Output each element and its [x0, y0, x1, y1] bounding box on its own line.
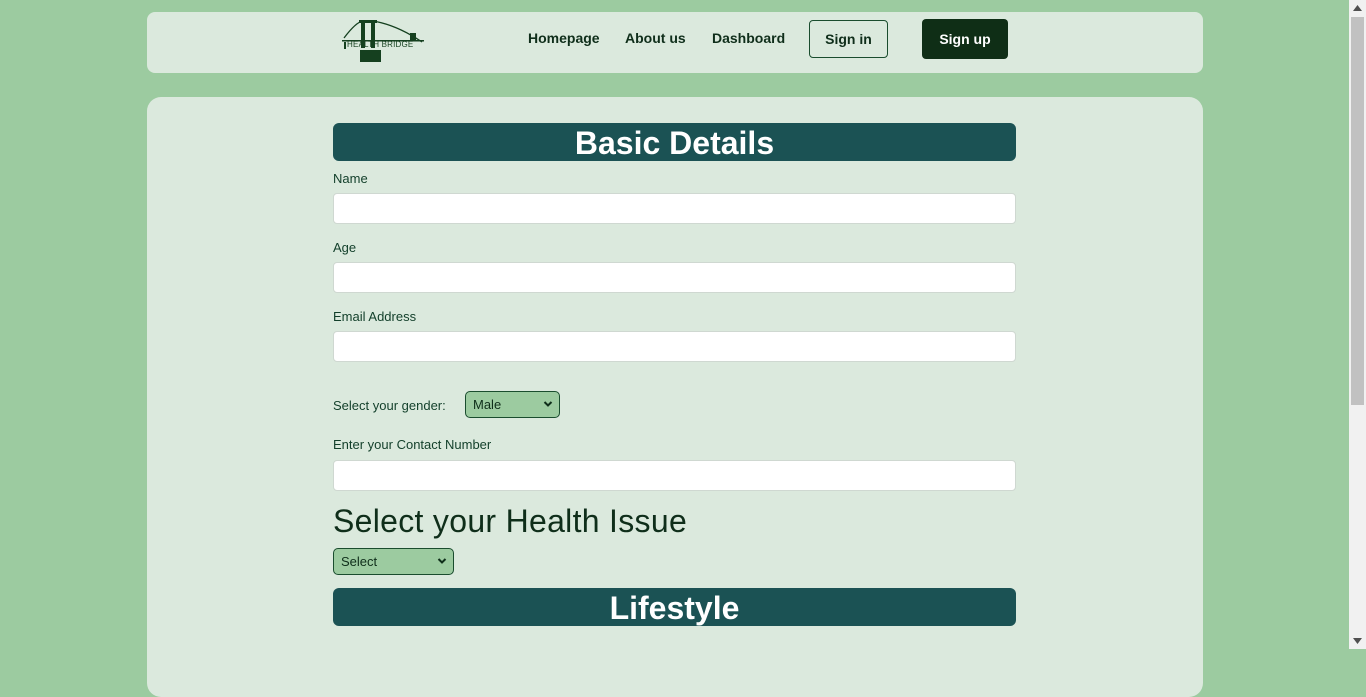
gender-label: Select your gender: [333, 398, 446, 413]
age-input[interactable] [333, 262, 1016, 293]
page-scrollbar[interactable] [1349, 0, 1366, 649]
health-issue-heading: Select your Health Issue [333, 503, 688, 539]
sign-in-button[interactable]: Sign in [809, 20, 888, 58]
name-label: Name [333, 171, 368, 186]
age-label: Age [333, 240, 357, 255]
email-label: Email Address [333, 309, 417, 324]
form-card: Basic Details Name Age Email Address Sel… [147, 97, 1203, 697]
top-navbar: HEALTH BRIDGE Homepage About us Dashboar… [147, 12, 1203, 73]
nav-link-homepage[interactable]: Homepage [528, 30, 600, 46]
health-select-value: Select [341, 554, 378, 569]
scrollbar-thumb[interactable] [1351, 17, 1364, 405]
health-issue-select[interactable]: Select [333, 548, 454, 575]
sign-up-button[interactable]: Sign up [922, 19, 1008, 59]
scroll-up-arrow-icon[interactable] [1353, 5, 1362, 11]
lifestyle-header: Lifestyle [333, 588, 1016, 626]
nav-link-about-us[interactable]: About us [625, 30, 686, 46]
gender-select[interactable]: Male [465, 391, 560, 418]
chevron-down-icon [543, 401, 553, 407]
logo-text: HEALTH BRIDGE [347, 40, 414, 49]
contact-label: Enter your Contact Number [333, 437, 492, 452]
gender-select-value: Male [473, 397, 502, 412]
nav-link-dashboard[interactable]: Dashboard [712, 30, 785, 46]
contact-input[interactable] [333, 460, 1016, 491]
scroll-down-arrow-icon[interactable] [1353, 638, 1362, 644]
basic-details-header: Basic Details [333, 123, 1016, 161]
chevron-down-icon [437, 558, 447, 564]
health-bridge-logo[interactable]: HEALTH BRIDGE [342, 20, 424, 62]
name-input[interactable] [333, 193, 1016, 224]
email-input[interactable] [333, 331, 1016, 362]
